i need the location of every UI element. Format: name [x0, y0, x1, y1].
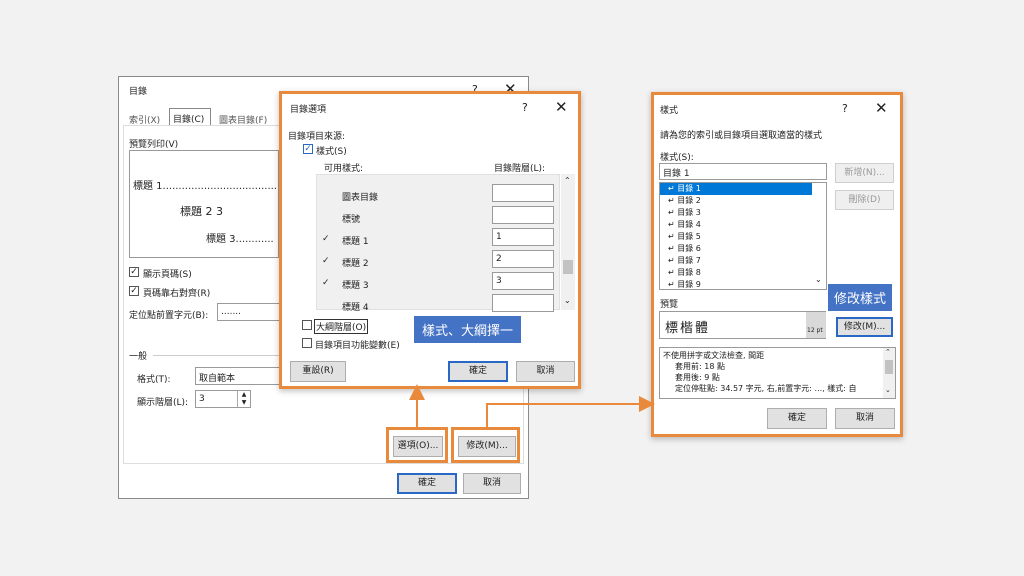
callout-arrows	[409, 384, 655, 427]
modify-arrow	[486, 396, 655, 427]
